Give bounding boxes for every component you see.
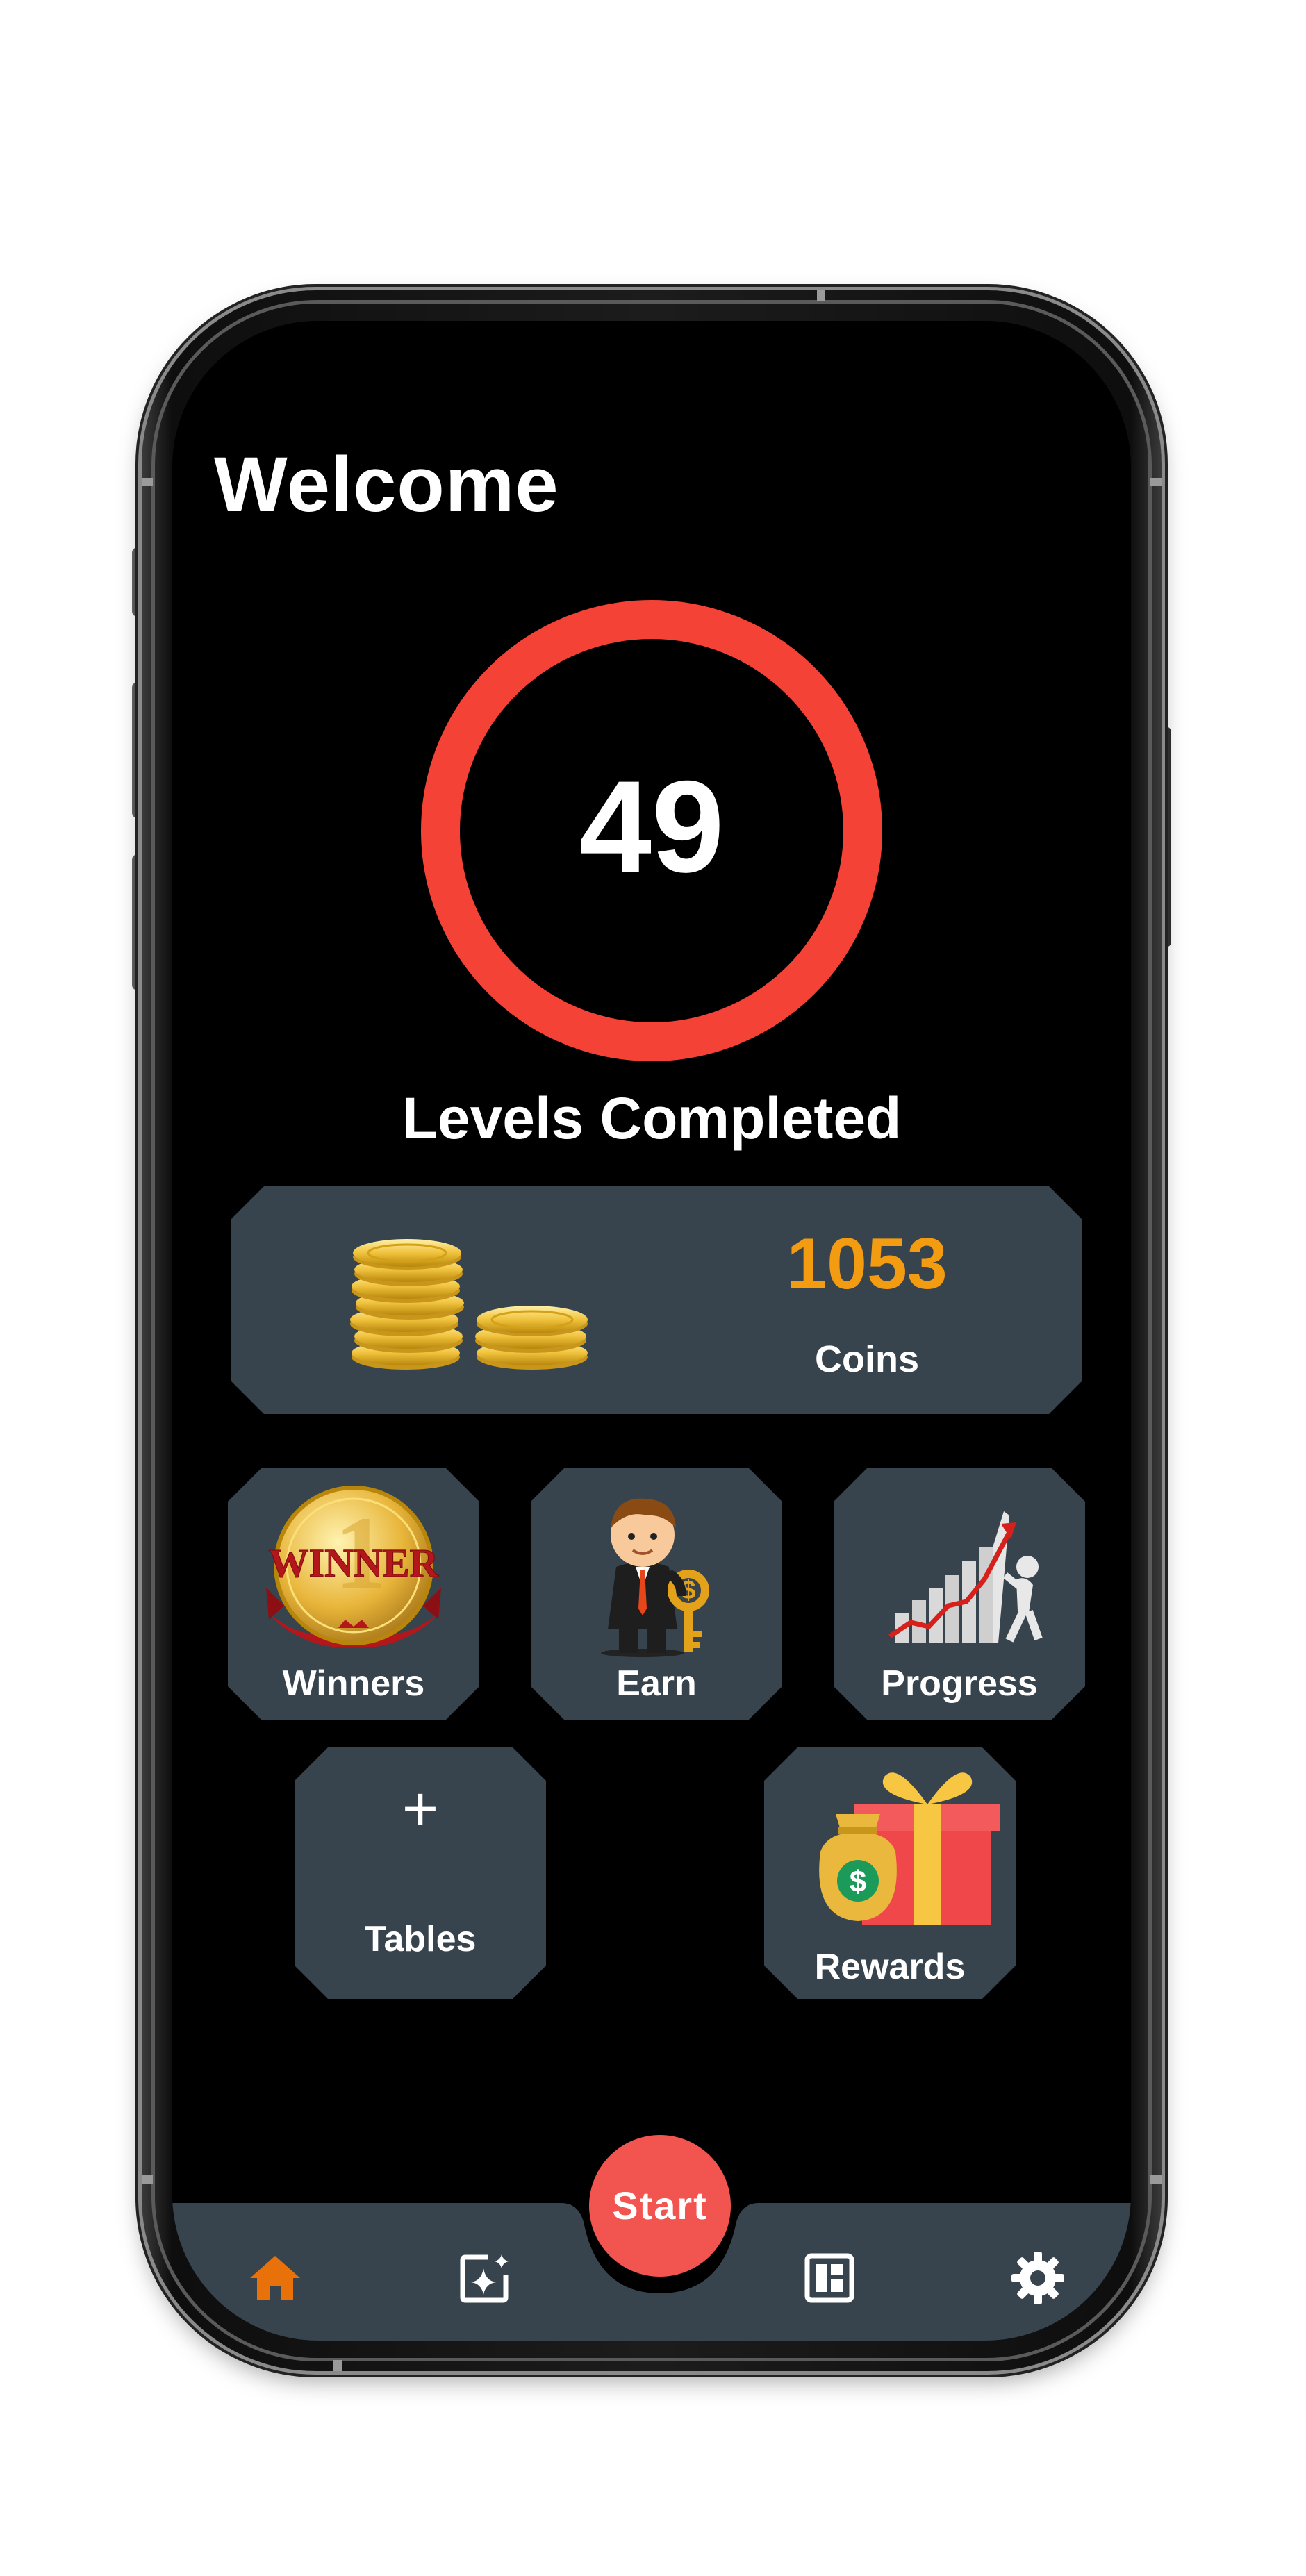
svg-text:WINNER: WINNER xyxy=(269,1540,440,1586)
coins-card[interactable]: 1053 Coins xyxy=(231,1186,1082,1414)
start-button[interactable]: Start xyxy=(589,2135,731,2277)
gift-money-bag-icon: $ xyxy=(793,1754,987,1928)
coins-value: 1053 xyxy=(786,1224,948,1304)
antenna-band xyxy=(142,478,153,486)
growth-chart-icon xyxy=(862,1484,1057,1657)
levels-ring: 49 xyxy=(421,600,882,1061)
antenna-band xyxy=(1150,2175,1162,2184)
coin-stack-icon xyxy=(343,1228,593,1374)
businessman-key-icon: $ xyxy=(559,1484,754,1657)
dashboard-icon[interactable] xyxy=(800,2249,859,2307)
winners-tile[interactable]: 1 WINNER Winners xyxy=(228,1468,479,1720)
plus-icon: + xyxy=(402,1775,439,1844)
page-title: Welcome xyxy=(214,441,559,528)
levels-label: Levels Completed xyxy=(402,1086,902,1151)
svg-text:$: $ xyxy=(850,1865,866,1899)
winners-label: Winners xyxy=(282,1663,425,1704)
antenna-band xyxy=(817,290,825,301)
gear-icon[interactable] xyxy=(1009,2249,1067,2307)
antenna-band xyxy=(142,2175,153,2184)
coins-label: Coins xyxy=(814,1338,919,1380)
antenna-band xyxy=(1150,478,1162,486)
antenna-band xyxy=(333,2360,342,2371)
progress-tile[interactable]: Progress xyxy=(834,1468,1085,1720)
app-screen: Welcome 49 Levels Completed 1053 Coins 1… xyxy=(172,321,1131,2341)
winner-badge-icon: 1 WINNER xyxy=(256,1484,451,1657)
progress-label: Progress xyxy=(881,1663,1038,1704)
tables-tile[interactable]: + Tables xyxy=(295,1747,546,1999)
earn-tile[interactable]: $ Earn xyxy=(531,1468,782,1720)
home-icon[interactable] xyxy=(246,2249,304,2307)
rewards-label: Rewards xyxy=(814,1947,966,1987)
earn-label: Earn xyxy=(616,1663,697,1704)
tables-label: Tables xyxy=(364,1919,477,1959)
sparkle-icon[interactable] xyxy=(456,2249,514,2307)
rewards-tile[interactable]: $ Rewards xyxy=(764,1747,1016,1999)
levels-count: 49 xyxy=(579,754,725,899)
